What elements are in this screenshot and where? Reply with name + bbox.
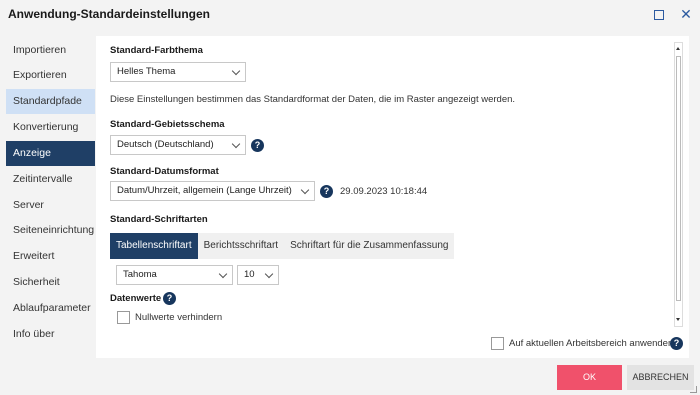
sidebar-item-info[interactable]: Info über [6, 322, 95, 347]
scrollbar-thumb[interactable] [676, 56, 681, 301]
sidebar-item-sicherheit[interactable]: Sicherheit [6, 270, 95, 295]
chevron-down-icon [218, 269, 228, 279]
chevron-down-icon [300, 185, 310, 195]
chevron-down-icon [264, 269, 274, 279]
maximize-icon[interactable] [651, 6, 667, 22]
sidebar-item-standardpfade[interactable]: Standardpfade [6, 89, 95, 114]
scroll-up-icon[interactable] [675, 44, 682, 54]
sidebar-item-server[interactable]: Server [6, 193, 95, 218]
sidebar-item-exportieren[interactable]: Exportieren [6, 63, 95, 88]
tab-report-font[interactable]: Berichtsschriftart [198, 233, 284, 259]
date-format-dropdown[interactable]: Datum/Uhrzeit, allgemein (Lange Uhrzeit) [110, 181, 315, 201]
font-size-value: 10 [244, 269, 255, 280]
date-preview: 29.09.2023 10:18:44 [340, 186, 428, 197]
settings-panel: Standard-Farbthema Helles Thema Diese Ei… [96, 36, 689, 358]
locale-dropdown[interactable]: Deutsch (Deutschland) [110, 135, 246, 155]
ok-button[interactable]: OK [557, 365, 622, 390]
date-format-help-icon[interactable]: ? [320, 185, 333, 198]
apply-workspace-help-icon[interactable]: ? [670, 337, 683, 350]
cancel-button[interactable]: ABBRECHEN [627, 365, 694, 390]
prevent-nulls-label: Nullwerte verhindern [135, 312, 223, 323]
sidebar: Importieren Exportieren Standardpfade Ko… [0, 36, 97, 360]
data-values-help-icon[interactable]: ? [163, 292, 176, 305]
sidebar-item-zeitintervalle[interactable]: Zeitintervalle [6, 167, 95, 192]
apply-workspace-checkbox[interactable] [491, 337, 504, 350]
sidebar-item-erweitert[interactable]: Erweitert [6, 244, 95, 269]
sidebar-item-konvertierung[interactable]: Konvertierung [6, 115, 95, 140]
chevron-down-icon [231, 66, 241, 76]
content-scrollbar[interactable] [674, 42, 683, 327]
title-bar: Anwendung-Standardeinstellungen ✕ [0, 0, 700, 30]
sidebar-item-seiteneinrichtung[interactable]: Seiteneinrichtung [6, 218, 95, 243]
font-dropdown[interactable]: Tahoma [116, 265, 233, 285]
date-format-value: Datum/Uhrzeit, allgemein (Lange Uhrzeit) [117, 185, 292, 196]
locale-help-icon[interactable]: ? [251, 139, 264, 152]
date-format-label: Standard-Datumsformat [110, 166, 219, 177]
locale-label: Standard-Gebietsschema [110, 119, 225, 130]
sidebar-item-anzeige[interactable]: Anzeige [6, 141, 95, 166]
sidebar-item-ablaufparameter[interactable]: Ablaufparameter [6, 296, 95, 321]
font-size-dropdown[interactable]: 10 [237, 265, 279, 285]
theme-dropdown[interactable]: Helles Thema [110, 62, 246, 82]
font-tabs: Tabellenschriftart Berichtsschriftart Sc… [110, 233, 455, 259]
font-value: Tahoma [123, 269, 157, 280]
fonts-label: Standard-Schriftarten [110, 214, 208, 225]
scroll-down-icon[interactable] [675, 315, 682, 325]
data-values-label: Datenwerte [110, 293, 162, 304]
window-title: Anwendung-Standardeinstellungen [8, 7, 211, 21]
tab-summary-font[interactable]: Schriftart für die Zusammenfassung [284, 233, 454, 259]
tab-table-font[interactable]: Tabellenschriftart [110, 233, 198, 259]
apply-workspace-label: Auf aktuellen Arbeitsbereich anwenden [509, 338, 674, 349]
info-text: Diese Einstellungen bestimmen das Standa… [110, 94, 516, 105]
resize-grip-icon[interactable] [690, 386, 698, 394]
prevent-nulls-checkbox[interactable] [117, 311, 130, 324]
locale-value: Deutsch (Deutschland) [117, 139, 214, 150]
theme-value: Helles Thema [117, 66, 176, 77]
theme-label: Standard-Farbthema [110, 45, 203, 56]
close-icon[interactable]: ✕ [678, 6, 694, 22]
chevron-down-icon [231, 139, 241, 149]
sidebar-item-importieren[interactable]: Importieren [6, 38, 95, 63]
